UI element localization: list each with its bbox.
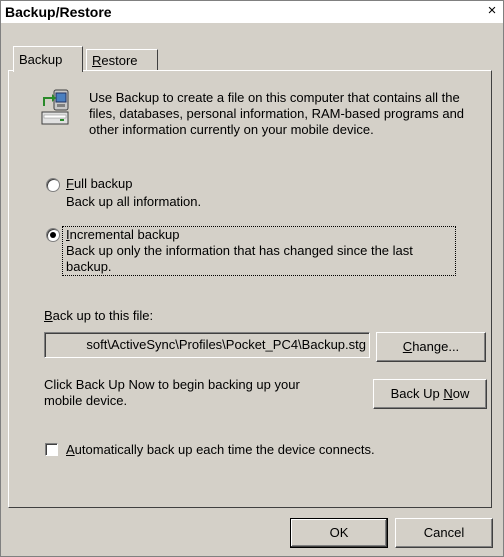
- ok-button[interactable]: OK: [290, 518, 388, 548]
- tab-backup-label: Backup: [19, 52, 63, 67]
- tab-panel-backup: [8, 70, 492, 508]
- title-bar: Backup/Restore ×: [1, 1, 503, 23]
- window-title: Backup/Restore: [5, 4, 112, 20]
- tab-restore-mnemonic: R: [92, 53, 102, 68]
- close-icon[interactable]: ×: [484, 3, 500, 19]
- tab-restore-label: estore: [101, 53, 138, 68]
- tab-restore[interactable]: Restore: [86, 49, 158, 70]
- tab-backup[interactable]: Backup: [13, 46, 83, 72]
- cancel-button[interactable]: Cancel: [395, 518, 493, 548]
